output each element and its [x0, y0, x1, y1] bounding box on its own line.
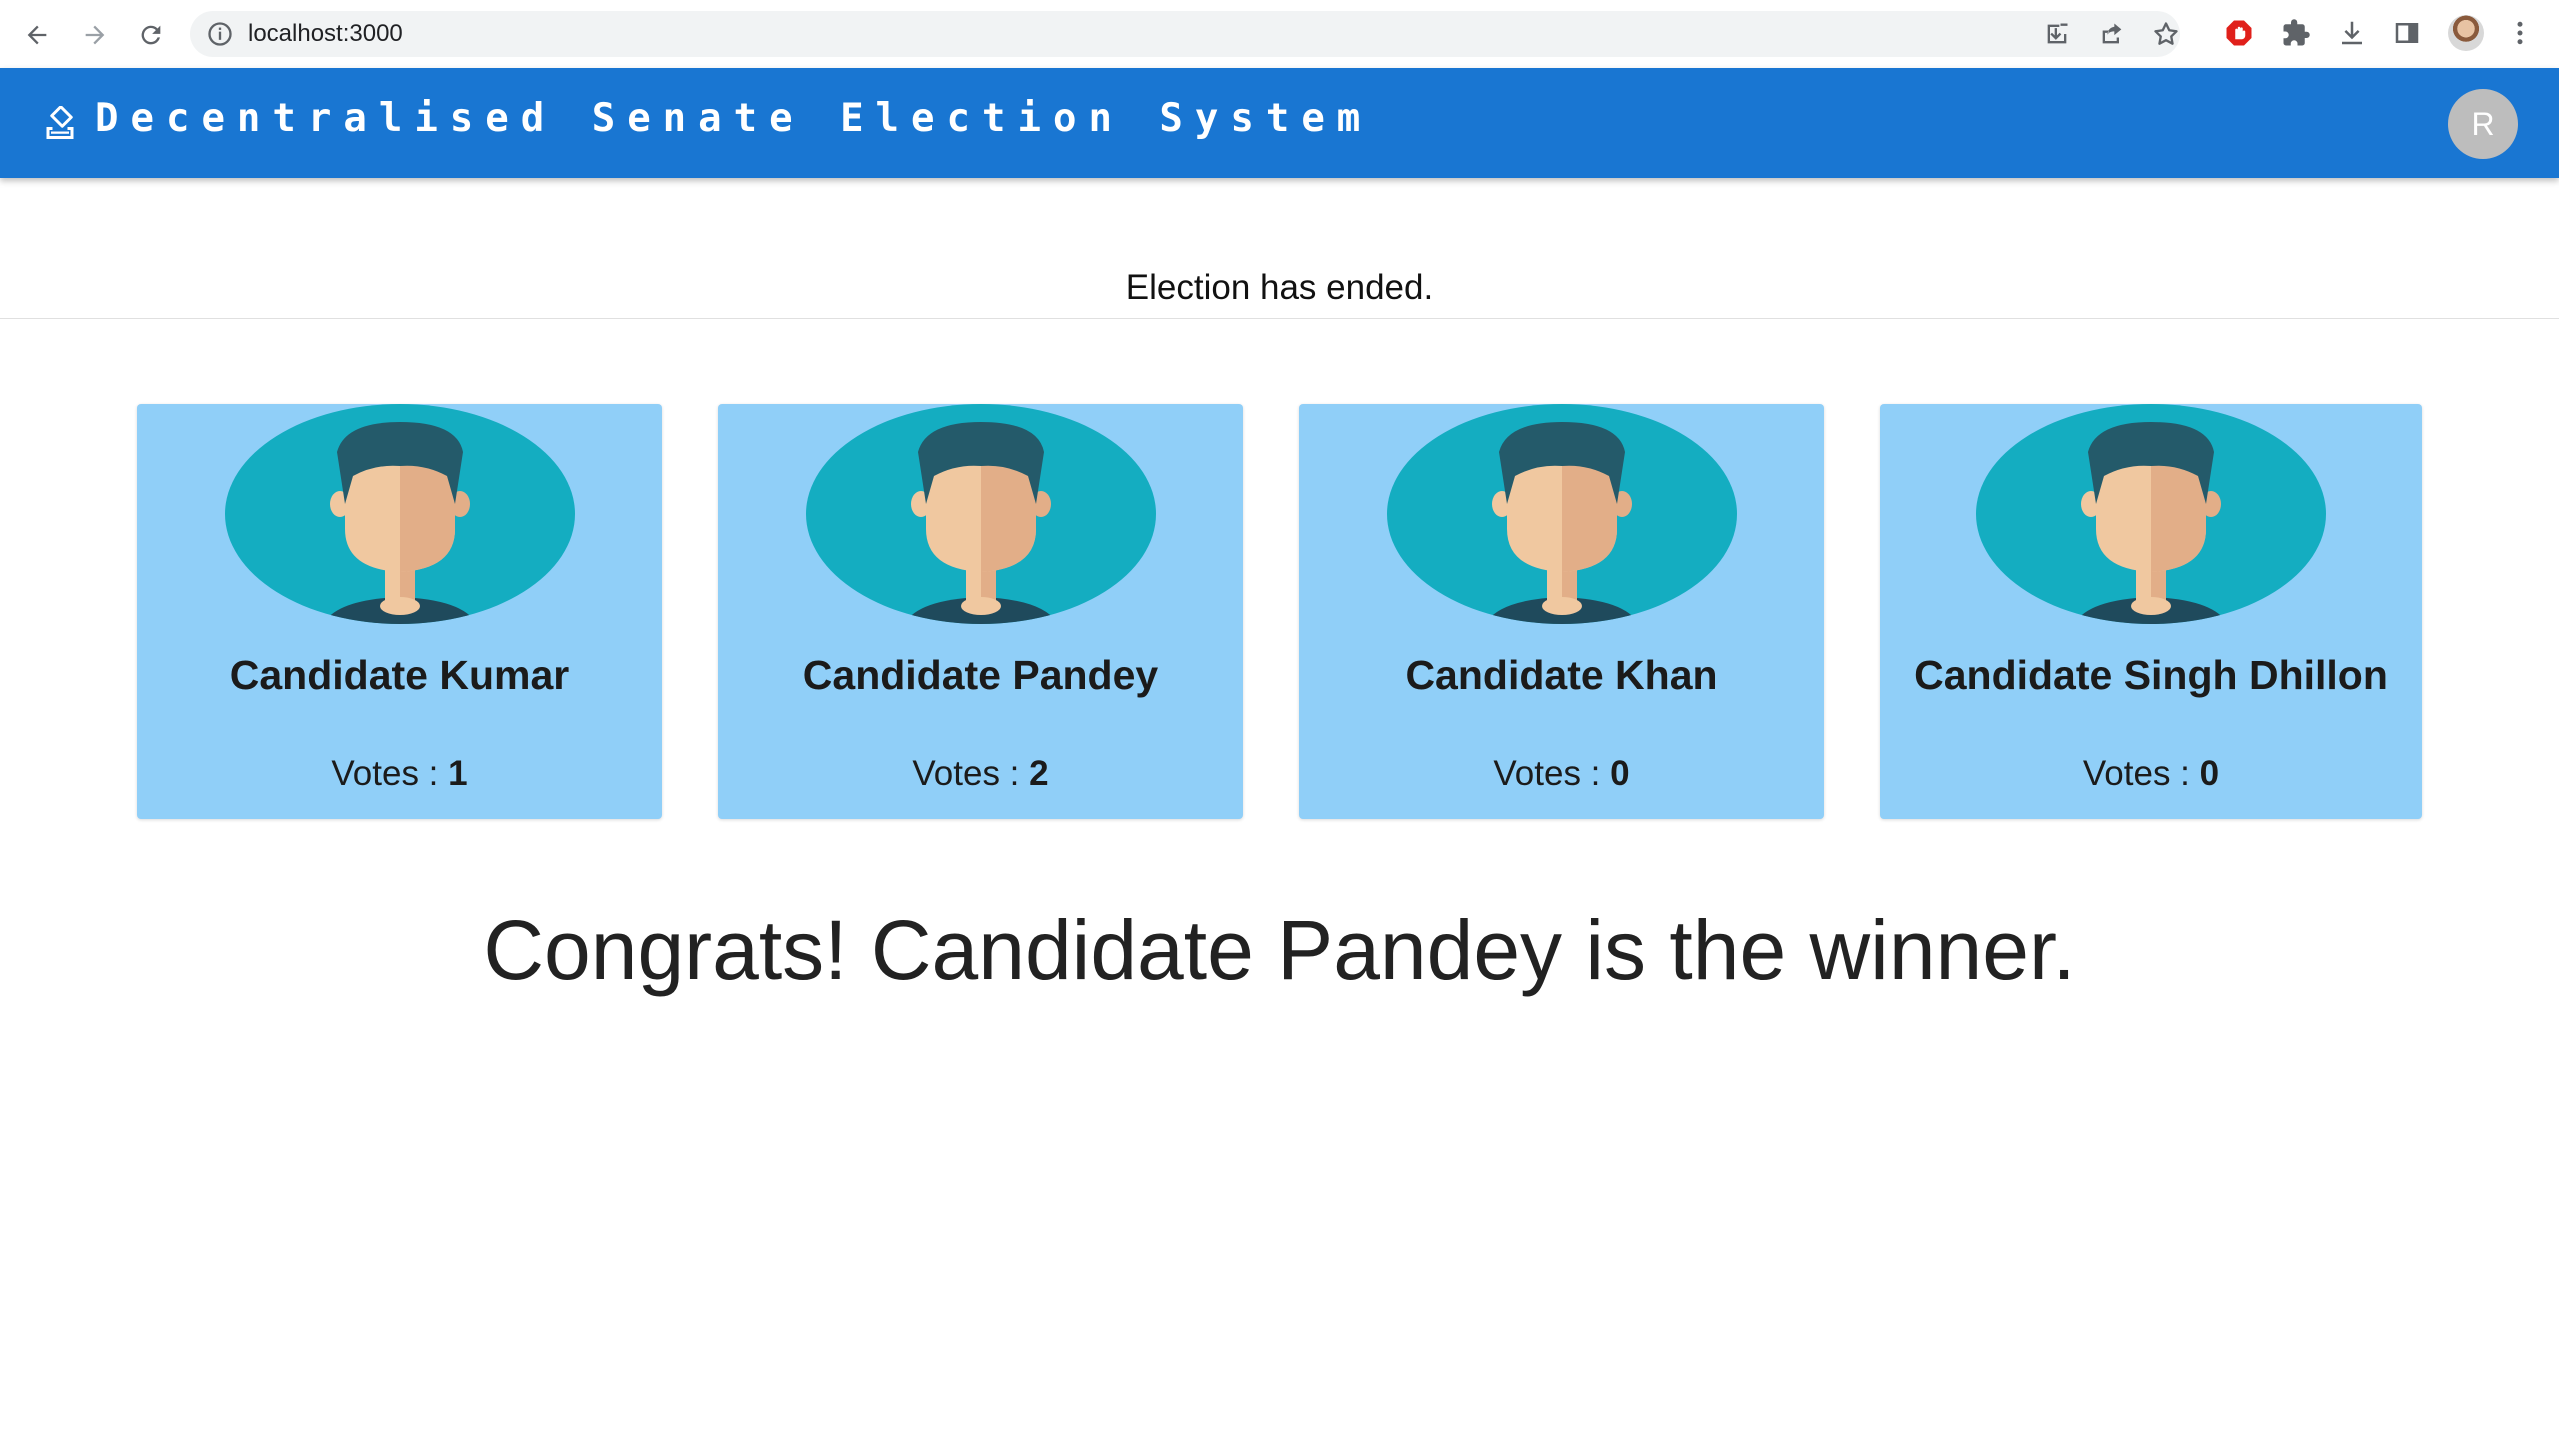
- adblock-icon: [2226, 20, 2252, 46]
- extensions-button[interactable]: [2279, 16, 2313, 50]
- sidepanel-icon: [2395, 23, 2419, 43]
- forward-icon: [85, 25, 105, 45]
- candidate-votes: Votes : 2: [718, 754, 1243, 794]
- votes-count: 0: [1610, 754, 1630, 793]
- forward-button[interactable]: [74, 14, 116, 56]
- votes-count: 0: [2199, 754, 2220, 793]
- candidate-votes: Votes : 1: [137, 754, 662, 794]
- candidate-avatar-icon: [224, 404, 575, 624]
- extensions-icon: [2283, 19, 2310, 46]
- candidate-card-khan: Candidate Khan Votes : 0: [1299, 404, 1824, 819]
- candidate-votes: Votes : 0: [1880, 754, 2422, 794]
- star-icon[interactable]: [2152, 20, 2180, 48]
- candidate-name: Candidate Kumar: [229, 652, 570, 698]
- votes-label: Votes :: [1493, 754, 1601, 793]
- candidate-name: Candidate Singh Dhillon: [1914, 652, 2388, 698]
- candidate-avatar-icon: [805, 404, 1156, 624]
- side-panel-button[interactable]: [2390, 16, 2424, 50]
- candidate-card-pandey: Candidate Pandey Votes : 2: [718, 404, 1243, 819]
- info-icon[interactable]: [206, 20, 234, 48]
- candidate-name: Candidate Khan: [1405, 652, 1718, 698]
- menu-icon: [2517, 21, 2523, 45]
- share-icon[interactable]: [2098, 20, 2126, 48]
- candidate-card-kumar: Candidate Kumar Votes : 1: [137, 404, 662, 819]
- reload-icon: [141, 25, 161, 45]
- candidate-avatar-icon: [1976, 404, 2326, 624]
- candidate-name: Candidate Pandey: [802, 652, 1159, 698]
- user-avatar[interactable]: R: [2448, 89, 2518, 159]
- candidate-card-singh-dhillon: Candidate Singh Dhillon Votes : 0: [1880, 404, 2422, 819]
- adblock-button[interactable]: [2222, 16, 2256, 50]
- app-title: Decentralised Senate Election System: [95, 96, 1373, 141]
- votes-label: Votes :: [2082, 754, 2190, 793]
- download-icon: [2342, 21, 2362, 45]
- browser-profile-avatar[interactable]: [2448, 15, 2484, 51]
- divider: [0, 318, 2559, 319]
- votes-count: 2: [1029, 754, 1049, 793]
- election-status: Election has ended.: [1125, 268, 1434, 307]
- winner-announcement: Congrats! Candidate Pandey is the winner…: [483, 903, 2076, 997]
- votes-label: Votes :: [912, 754, 1020, 793]
- votes-count: 1: [448, 754, 468, 793]
- back-button[interactable]: [16, 14, 58, 56]
- downloads-button[interactable]: [2335, 16, 2369, 50]
- votes-label: Votes :: [331, 754, 439, 793]
- candidate-votes: Votes : 0: [1299, 754, 1824, 794]
- app-header: Decentralised Senate Election System R: [0, 68, 2559, 178]
- reload-button[interactable]: [130, 14, 172, 56]
- address-bar[interactable]: localhost:3000: [190, 11, 2180, 57]
- ballot-icon: [46, 106, 74, 139]
- url-text[interactable]: localhost:3000: [248, 21, 403, 47]
- back-icon: [27, 25, 47, 45]
- install-icon[interactable]: [2043, 20, 2071, 48]
- browser-menu-button[interactable]: [2503, 16, 2537, 50]
- browser-toolbar: localhost:3000: [0, 0, 2559, 69]
- candidate-avatar-icon: [1386, 404, 1737, 624]
